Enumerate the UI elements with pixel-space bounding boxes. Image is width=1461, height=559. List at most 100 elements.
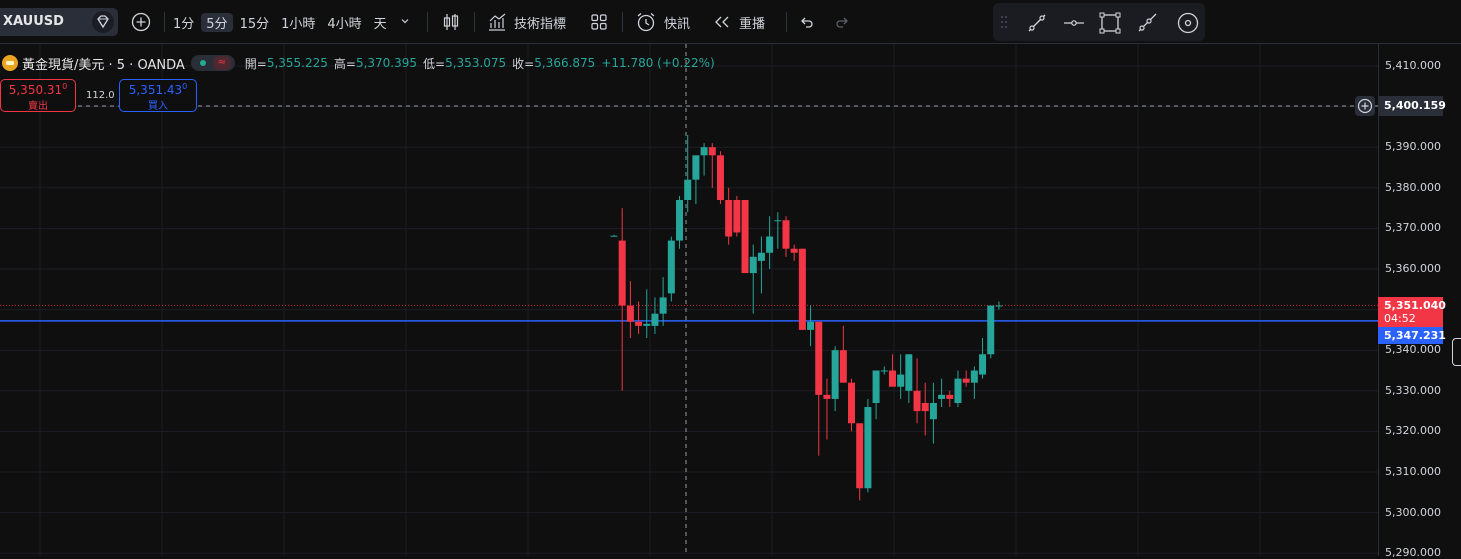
price-tick-label: 5,290.000 (1385, 546, 1441, 559)
candle-body (774, 220, 782, 222)
sell-button[interactable]: 5,350.310 賣出 (0, 79, 76, 112)
undo-icon (801, 17, 813, 28)
candle-body (635, 321, 643, 326)
interval-4h[interactable]: 4小時 (322, 13, 366, 32)
candle-body (831, 350, 839, 399)
low-value: 5,353.075 (445, 56, 507, 70)
toolbar-divider (164, 12, 165, 32)
alert-button[interactable]: 快訊 (635, 8, 690, 36)
candle-body (839, 350, 847, 383)
candle-body (610, 235, 618, 237)
redo-icon (836, 17, 848, 28)
candle-body (921, 402, 929, 412)
toolbar-divider (786, 12, 787, 32)
candles-icon (443, 14, 459, 30)
candle-body (708, 147, 716, 156)
candle-body (700, 147, 708, 156)
compare-symbol-button[interactable] (128, 8, 154, 36)
last-price-value: 5,351.040 (1384, 299, 1446, 312)
chart-type-button[interactable] (438, 8, 464, 36)
market-status-badge[interactable]: ≈ (190, 55, 235, 71)
candle-body (749, 256, 757, 274)
bar-countdown: 04:52 (1384, 312, 1416, 325)
blue-line-price-label[interactable]: 5,347.231 (1378, 327, 1446, 344)
alert-price-label[interactable]: 5,400.159 (1378, 96, 1446, 116)
close-label: 收= (512, 56, 535, 71)
drag-handle-icon[interactable] (999, 14, 1009, 30)
candle-body (913, 390, 921, 412)
add-alert-button[interactable] (1355, 96, 1375, 116)
interval-15m[interactable]: 15分 (235, 13, 275, 32)
symbol-diamond-icon[interactable] (92, 11, 114, 33)
interval-1h[interactable]: 1小時 (276, 13, 320, 32)
candle-body (815, 321, 823, 395)
symbol-search-button[interactable]: XAUUSD (0, 8, 118, 36)
candle-body (676, 199, 684, 241)
candle-body (798, 248, 806, 330)
candle-body (807, 321, 815, 330)
interval-5m[interactable]: 5分 (201, 12, 233, 32)
price-tick-label: 5,300.000 (1385, 505, 1441, 519)
candle-body (659, 297, 667, 314)
trend-line-icon[interactable] (1025, 11, 1049, 35)
gold-coin-icon (2, 55, 18, 71)
alert-label: 快訊 (664, 16, 691, 32)
toolbar-divider (427, 12, 428, 32)
side-panel-toggle[interactable] (1452, 338, 1461, 366)
layout-button[interactable] (588, 8, 610, 36)
candle-body (995, 305, 1003, 307)
close-value: 5,366.875 (534, 56, 596, 70)
replay-button[interactable]: 重播 (712, 8, 765, 36)
change-value: +11.780 (+0.22%) (601, 56, 715, 70)
high-value: 5,370.395 (355, 56, 418, 70)
toolbar-divider (622, 12, 623, 32)
candle-body (880, 370, 888, 372)
price-chart-canvas[interactable] (0, 44, 1378, 556)
candle-body (962, 378, 970, 383)
price-tick-label: 5,390.000 (1385, 140, 1441, 154)
candle-body (848, 382, 856, 424)
replay-label: 重播 (739, 16, 766, 32)
drawing-toolbar (993, 3, 1205, 41)
spread-value: 112.0 (86, 90, 115, 101)
top-toolbar: XAUUSD 1分 5分 15分 1小時 4小時 天 技術指標 快訊 重播 (0, 0, 1461, 44)
symbol-legend: 黃金現貨/美元 · 5 · OANDA ≈ 開= 5,355.225 高= 5,… (0, 54, 721, 73)
candle-body (872, 370, 880, 403)
candle-body (970, 370, 978, 383)
redo-button[interactable] (833, 8, 853, 36)
rectangle-icon[interactable] (1098, 11, 1122, 35)
price-tick-label: 5,330.000 (1385, 383, 1441, 397)
open-value: 5,355.225 (266, 56, 328, 70)
candle-body (618, 240, 626, 306)
ray-icon[interactable] (1135, 11, 1159, 35)
candle-body (946, 394, 954, 399)
target-circle-icon[interactable] (1176, 11, 1200, 35)
price-tick-label: 5,370.000 (1385, 221, 1441, 235)
indicators-button[interactable]: 技術指標 (486, 8, 566, 36)
candle-body (626, 305, 634, 322)
candle-body (987, 305, 995, 355)
candle-body (823, 394, 831, 399)
sell-price: 5,350.31 (8, 83, 63, 97)
buy-button[interactable]: 5,351.430 買入 (119, 79, 197, 112)
horizontal-line-icon[interactable] (1062, 11, 1086, 35)
price-tick-label: 5,360.000 (1385, 262, 1441, 275)
candle-body (741, 199, 749, 274)
last-price-label: 5,351.040 04:52 (1378, 297, 1446, 327)
candle-body (651, 313, 659, 326)
open-label: 開= (244, 56, 267, 71)
approx-icon: ≈ (212, 56, 231, 70)
interval-dropdown-chevron-icon[interactable] (400, 15, 410, 30)
legend-symbol-title[interactable]: 黃金現貨/美元 · 5 · OANDA (22, 54, 185, 73)
candle-body (643, 323, 651, 326)
candle-body (757, 252, 765, 261)
add-circle-icon (1357, 98, 1373, 114)
candle-body (979, 354, 987, 375)
candle-body (782, 220, 790, 249)
add-circle-icon (131, 12, 151, 32)
interval-1m[interactable]: 1分 (168, 13, 199, 32)
price-tick-label: 5,410.000 (1385, 59, 1441, 72)
symbol-label: XAUUSD (3, 14, 64, 29)
interval-1d[interactable]: 天 (369, 13, 392, 32)
undo-button[interactable] (796, 8, 816, 36)
